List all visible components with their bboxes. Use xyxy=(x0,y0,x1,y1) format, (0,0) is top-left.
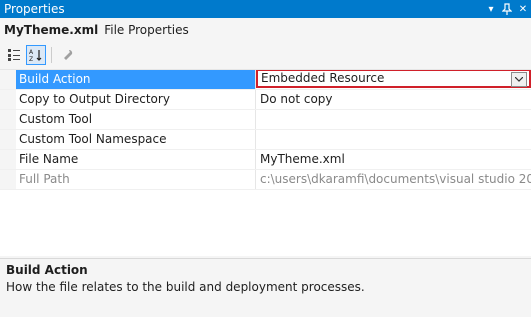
alphabetical-icon: A Z xyxy=(29,49,42,62)
property-value: c:\users\dkaramfi\documents\visual studi… xyxy=(260,172,531,186)
pin-icon[interactable] xyxy=(499,0,515,18)
property-name: Custom Tool xyxy=(16,110,256,129)
close-icon[interactable]: ✕ xyxy=(515,0,531,18)
row-gutter xyxy=(0,150,16,169)
property-name: Full Path xyxy=(16,170,256,189)
chevron-down-icon[interactable] xyxy=(511,72,527,87)
object-selector[interactable]: MyTheme.xml File Properties xyxy=(0,18,531,41)
toolbar-separator xyxy=(51,47,52,63)
property-name: File Name xyxy=(16,150,256,169)
property-row-custom-tool[interactable]: Custom Tool xyxy=(0,110,531,130)
description-pane: Build Action How the file relates to the… xyxy=(0,258,531,317)
description-text: How the file relates to the build and de… xyxy=(6,280,365,294)
property-value[interactable] xyxy=(256,130,531,149)
property-row-custom-tool-namespace[interactable]: Custom Tool Namespace xyxy=(0,130,531,150)
description-title: Build Action xyxy=(6,263,88,277)
row-gutter xyxy=(0,110,16,129)
property-row-file-name[interactable]: File Name MyTheme.xml xyxy=(0,150,531,170)
property-name: Build Action xyxy=(16,70,256,89)
alphabetical-button[interactable]: A Z xyxy=(26,45,46,65)
object-type: File Properties xyxy=(104,22,189,37)
row-gutter xyxy=(0,90,16,109)
property-name: Copy to Output Directory xyxy=(16,90,256,109)
svg-text:Z: Z xyxy=(29,56,33,62)
categorized-icon xyxy=(8,49,20,61)
window-title: Properties xyxy=(4,2,65,16)
categorized-button[interactable] xyxy=(4,45,24,65)
title-bar: Properties ▾ ✕ xyxy=(0,0,531,18)
property-value[interactable]: MyTheme.xml xyxy=(256,150,531,169)
property-pages-button[interactable] xyxy=(57,45,77,65)
property-grid: Build Action Embedded Resource Copy to O… xyxy=(0,69,531,256)
property-row-build-action[interactable]: Build Action Embedded Resource xyxy=(0,70,531,90)
object-name: MyTheme.xml xyxy=(4,22,99,37)
wrench-icon xyxy=(64,49,73,60)
property-value[interactable]: Do not copy xyxy=(256,90,531,109)
svg-text:A: A xyxy=(29,49,34,56)
dropdown-menu-icon[interactable]: ▾ xyxy=(483,0,499,18)
build-action-value: Embedded Resource xyxy=(261,71,385,85)
toolbar: A Z xyxy=(0,43,531,67)
property-value[interactable] xyxy=(256,110,531,129)
property-name: Custom Tool Namespace xyxy=(16,130,256,149)
row-gutter xyxy=(0,130,16,149)
property-row-full-path[interactable]: Full Path c:\users\dkaramfi\documents\vi… xyxy=(0,170,531,190)
row-gutter xyxy=(0,70,16,89)
build-action-dropdown[interactable]: Embedded Resource xyxy=(256,70,531,88)
row-gutter xyxy=(0,170,16,189)
property-row-copy-to-output[interactable]: Copy to Output Directory Do not copy xyxy=(0,90,531,110)
